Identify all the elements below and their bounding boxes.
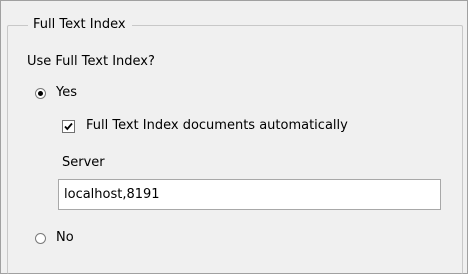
auto-index-option[interactable]: Full Text Index documents automatically (62, 117, 348, 135)
auto-index-checkbox[interactable] (62, 119, 75, 133)
radio-yes-label: Yes (56, 85, 77, 100)
use-full-text-index-label: Use Full Text Index? (27, 54, 155, 69)
radio-no-label: No (56, 230, 74, 245)
radio-yes-option[interactable]: Yes (35, 84, 77, 102)
auto-index-label: Full Text Index documents automatically (86, 118, 348, 133)
server-label: Server (62, 155, 105, 170)
radio-no-button[interactable] (35, 232, 46, 244)
radio-no-option[interactable]: No (35, 229, 74, 247)
checkmark-icon (64, 122, 73, 130)
groupbox-title: Full Text Index (28, 15, 132, 35)
server-input[interactable] (58, 179, 441, 210)
radio-yes-button[interactable] (35, 87, 46, 99)
